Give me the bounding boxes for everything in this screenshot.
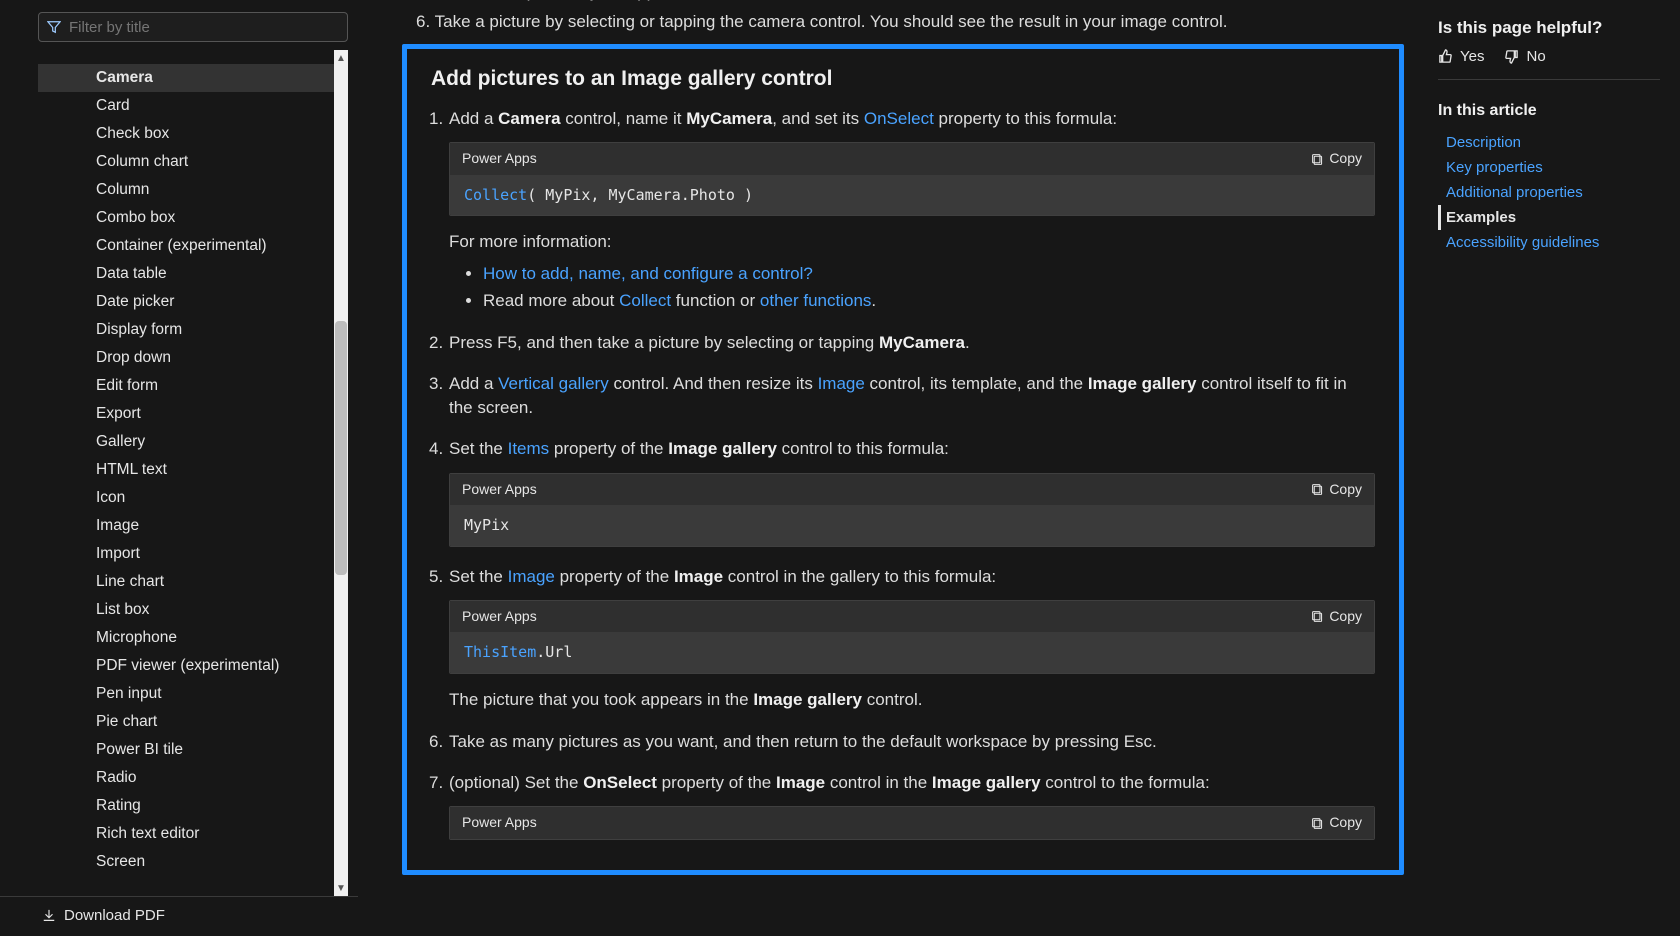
- scroll-up-arrow[interactable]: ▲: [334, 50, 348, 66]
- helpful-heading: Is this page helpful?: [1438, 18, 1660, 38]
- feedback-no-button[interactable]: No: [1504, 48, 1545, 65]
- sidebar-item-column[interactable]: Column: [38, 176, 334, 204]
- toc-item-additional-properties[interactable]: Additional properties: [1438, 180, 1660, 205]
- code-body: ThisItem.Url: [450, 632, 1374, 673]
- code-block-remove: Power Apps Copy: [449, 806, 1375, 839]
- sidebar-item-html-text[interactable]: HTML text: [38, 456, 334, 484]
- copy-icon: [1311, 483, 1324, 496]
- download-pdf-button[interactable]: Download PDF: [0, 896, 358, 936]
- sidebar-item-date-picker[interactable]: Date picker: [38, 288, 334, 316]
- sidebar-item-power-bi-tile[interactable]: Power BI tile: [38, 736, 334, 764]
- sidebar-item-card[interactable]: Card: [38, 92, 334, 120]
- sidebar-item-check-box[interactable]: Check box: [38, 120, 334, 148]
- copy-button[interactable]: Copy: [1311, 480, 1362, 499]
- sidebar-item-pdf-viewer-experimental-[interactable]: PDF viewer (experimental): [38, 652, 334, 680]
- sidebar: ButtonCameraCardCheck boxColumn chartCol…: [0, 0, 358, 936]
- code-block-thisitem: Power Apps Copy ThisItem.Url: [449, 600, 1375, 674]
- step-5: 5.Set the Image property of the Image co…: [431, 565, 1375, 712]
- sidebar-item-gallery[interactable]: Gallery: [38, 428, 334, 456]
- copy-button[interactable]: Copy: [1311, 813, 1362, 832]
- scroll-down-arrow[interactable]: ▼: [334, 880, 348, 896]
- download-pdf-label: Download PDF: [64, 907, 165, 924]
- sidebar-item-screen[interactable]: Screen: [38, 848, 334, 876]
- sidebar-item-pen-input[interactable]: Pen input: [38, 680, 334, 708]
- toc-item-examples[interactable]: Examples: [1438, 205, 1660, 230]
- sidebar-filter[interactable]: [38, 12, 348, 42]
- sidebar-item-microphone[interactable]: Microphone: [38, 624, 334, 652]
- step-6: 6.Take as many pictures as you want, and…: [431, 730, 1375, 753]
- step-1: 1.Add a Camera control, name it MyCamera…: [431, 107, 1375, 313]
- nav-list: ButtonCameraCardCheck boxColumn chartCol…: [38, 50, 334, 876]
- copy-icon: [1311, 817, 1324, 830]
- sidebar-item-display-form[interactable]: Display form: [38, 316, 334, 344]
- sidebar-item-import[interactable]: Import: [38, 540, 334, 568]
- sidebar-scrollbar[interactable]: ▲ ▼: [334, 50, 348, 896]
- sidebar-item-export[interactable]: Export: [38, 400, 334, 428]
- code-body: MyPix: [450, 505, 1374, 546]
- step-2: 2.Press F5, and then take a picture by s…: [431, 331, 1375, 354]
- sidebar-item-image[interactable]: Image: [38, 512, 334, 540]
- main-content: 5. Press F5 to preview your app. 6. Take…: [358, 0, 1420, 936]
- more-info-label: For more information:: [449, 230, 1375, 253]
- toc-heading: In this article: [1438, 102, 1660, 120]
- thumbs-down-icon: [1504, 49, 1519, 64]
- add-configure-control-link[interactable]: How to add, name, and configure a contro…: [483, 264, 813, 283]
- sidebar-item-partial[interactable]: Button: [38, 50, 334, 64]
- filter-input[interactable]: [69, 19, 339, 36]
- thumbs-up-icon: [1438, 49, 1453, 64]
- sidebar-item-pie-chart[interactable]: Pie chart: [38, 708, 334, 736]
- step5-result-text: The picture that you took appears in the…: [449, 688, 1375, 711]
- sidebar-item-camera[interactable]: Camera: [38, 64, 334, 92]
- sidebar-item-radio[interactable]: Radio: [38, 764, 334, 792]
- image-prop-link[interactable]: Image: [508, 567, 555, 586]
- code-block-collect: Power Apps Copy Collect( MyPix, MyCamera…: [449, 142, 1375, 216]
- image-link[interactable]: Image: [818, 374, 865, 393]
- toc-item-key-properties[interactable]: Key properties: [1438, 155, 1660, 180]
- scroll-thumb[interactable]: [335, 321, 347, 575]
- sidebar-item-drop-down[interactable]: Drop down: [38, 344, 334, 372]
- toc-item-description[interactable]: Description: [1438, 130, 1660, 155]
- copy-icon: [1311, 610, 1324, 623]
- sidebar-item-rating[interactable]: Rating: [38, 792, 334, 820]
- in-this-article: In this article DescriptionKey propertie…: [1438, 102, 1660, 255]
- right-sidebar: Is this page helpful? Yes No In this art…: [1420, 0, 1680, 936]
- other-functions-link[interactable]: other functions: [760, 291, 872, 310]
- sidebar-item-edit-form[interactable]: Edit form: [38, 372, 334, 400]
- prior-step-6: 6. Take a picture by selecting or tappin…: [402, 12, 1404, 32]
- copy-icon: [1311, 153, 1324, 166]
- feedback-yes-button[interactable]: Yes: [1438, 48, 1484, 65]
- sidebar-item-data-table[interactable]: Data table: [38, 260, 334, 288]
- sidebar-item-list-box[interactable]: List box: [38, 596, 334, 624]
- sidebar-item-icon[interactable]: Icon: [38, 484, 334, 512]
- code-lang-label: Power Apps: [462, 149, 537, 168]
- copy-button[interactable]: Copy: [1311, 607, 1362, 626]
- code-body: Collect( MyPix, MyCamera.Photo ): [450, 175, 1374, 216]
- step-3: 3.Add a Vertical gallery control. And th…: [431, 372, 1375, 419]
- vertical-gallery-link[interactable]: Vertical gallery: [498, 374, 609, 393]
- prior-step-5: 5. Press F5 to preview your app.: [402, 0, 1404, 2]
- onselect-link[interactable]: OnSelect: [864, 109, 934, 128]
- sidebar-item-rich-text-editor[interactable]: Rich text editor: [38, 820, 334, 848]
- sidebar-item-line-chart[interactable]: Line chart: [38, 568, 334, 596]
- section-heading: Add pictures to an Image gallery control: [431, 67, 1375, 91]
- step-7: 7.(optional) Set the OnSelect property o…: [431, 771, 1375, 840]
- code-lang-label: Power Apps: [462, 480, 537, 499]
- sidebar-item-container-experimental-[interactable]: Container (experimental): [38, 232, 334, 260]
- items-link[interactable]: Items: [508, 439, 550, 458]
- sidebar-item-column-chart[interactable]: Column chart: [38, 148, 334, 176]
- toc-item-accessibility-guidelines[interactable]: Accessibility guidelines: [1438, 230, 1660, 255]
- step-4: 4.Set the Items property of the Image ga…: [431, 437, 1375, 546]
- collect-link[interactable]: Collect: [619, 291, 671, 310]
- code-lang-label: Power Apps: [462, 813, 537, 832]
- sidebar-item-combo-box[interactable]: Combo box: [38, 204, 334, 232]
- code-block-mypix: Power Apps Copy MyPix: [449, 473, 1375, 547]
- code-lang-label: Power Apps: [462, 607, 537, 626]
- filter-icon: [47, 20, 61, 34]
- download-icon: [42, 909, 56, 923]
- highlighted-section: Add pictures to an Image gallery control…: [402, 44, 1404, 875]
- copy-button[interactable]: Copy: [1311, 149, 1362, 168]
